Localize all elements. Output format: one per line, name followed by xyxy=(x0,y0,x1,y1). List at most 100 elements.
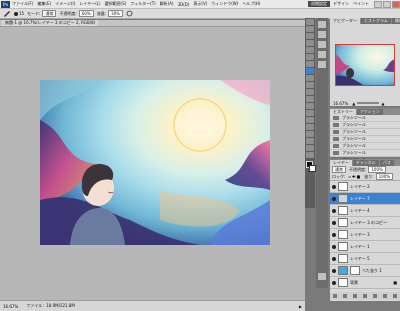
menu-select[interactable]: 選択範囲(S) xyxy=(105,1,127,7)
menu-layer[interactable]: レイヤー(L) xyxy=(79,1,100,7)
visibility-eye-icon[interactable] xyxy=(332,196,336,201)
history-item[interactable]: ブラシツール xyxy=(330,122,400,129)
status-arrow-icon[interactable]: ▶ xyxy=(299,304,302,309)
eraser-tool-icon[interactable] xyxy=(306,89,314,95)
layer-style-icon[interactable] xyxy=(343,294,347,298)
brush-tool-icon[interactable] xyxy=(3,10,11,17)
blend-mode-select[interactable]: 通常 xyxy=(332,166,346,173)
visibility-eye-icon[interactable] xyxy=(332,184,336,189)
close-button[interactable] xyxy=(392,0,400,8)
zoom-in-icon[interactable]: ▲ xyxy=(381,101,384,106)
layer-row[interactable]: 背景 ■ xyxy=(330,277,400,289)
workspace-essential-button[interactable]: 初期設定 xyxy=(308,1,330,7)
clone-source-panel-icon[interactable] xyxy=(318,61,326,68)
painting-artwork[interactable] xyxy=(40,80,270,245)
history-brush-tool-icon[interactable] xyxy=(306,82,314,88)
link-layers-icon[interactable] xyxy=(333,294,337,298)
tab-navigator[interactable]: ナビゲーター xyxy=(330,18,360,24)
brush-tool-icon[interactable] xyxy=(306,68,314,74)
move-tool-icon[interactable] xyxy=(306,19,314,25)
navigator-thumbnail[interactable] xyxy=(335,44,395,86)
background-color-swatch[interactable] xyxy=(309,165,316,172)
add-mask-icon[interactable] xyxy=(353,294,357,298)
menu-window[interactable]: ウィンドウ(W) xyxy=(211,1,238,7)
workspace-design-button[interactable]: デザイン xyxy=(333,1,349,7)
menu-image[interactable]: イメージ(I) xyxy=(55,1,75,7)
tool-presets-panel-icon[interactable] xyxy=(318,273,326,280)
layer-row[interactable]: レイヤー 2 xyxy=(330,181,400,193)
history-item[interactable]: ブラシツール xyxy=(330,143,400,150)
navigator-zoom-slider[interactable] xyxy=(357,102,380,104)
fill-field[interactable]: 100% xyxy=(375,173,394,180)
history-item[interactable]: ブラシツール xyxy=(330,129,400,136)
flow-field[interactable]: 30% xyxy=(108,10,123,17)
styles-panel-icon[interactable] xyxy=(318,41,326,48)
eyedropper-tool-icon[interactable] xyxy=(306,54,314,60)
opacity-field[interactable]: 60% xyxy=(78,10,94,17)
marquee-tool-icon[interactable] xyxy=(306,26,314,32)
layer-row[interactable]: べた塗り 1 xyxy=(330,265,400,277)
path-selection-tool-icon[interactable] xyxy=(306,131,314,137)
layer-opacity-field[interactable]: 100% xyxy=(368,166,386,173)
menu-help[interactable]: ヘルプ(H) xyxy=(242,1,260,7)
color-swatches[interactable] xyxy=(305,159,316,173)
lock-position-icon[interactable]: ✚ xyxy=(352,174,355,179)
visibility-eye-icon[interactable] xyxy=(332,256,336,261)
menu-filter[interactable]: フィルター(T) xyxy=(130,1,155,7)
layer-row[interactable]: レイヤー 3 のコピー xyxy=(330,217,400,229)
menu-view[interactable]: 表示(V) xyxy=(193,1,207,7)
zoom-level[interactable]: 16.67% xyxy=(3,304,18,309)
mode-select[interactable]: 通常 xyxy=(42,10,57,17)
visibility-eye-icon[interactable] xyxy=(332,220,336,225)
shape-tool-icon[interactable] xyxy=(306,138,314,144)
menu-edit[interactable]: 編集(E) xyxy=(37,1,51,7)
history-item[interactable]: ブラシツール xyxy=(330,136,400,143)
tab-info[interactable]: 情報 xyxy=(391,18,400,24)
visibility-eye-icon[interactable] xyxy=(332,280,336,285)
adjustment-layer-icon[interactable] xyxy=(363,294,367,298)
menu-file[interactable]: ファイル(F) xyxy=(12,1,33,7)
visibility-eye-icon[interactable] xyxy=(332,208,336,213)
swatches-panel-icon[interactable] xyxy=(318,21,326,28)
clone-stamp-tool-icon[interactable] xyxy=(306,75,314,81)
delete-layer-icon[interactable] xyxy=(393,294,397,298)
layer-row[interactable]: レイヤー 1 xyxy=(330,241,400,253)
visibility-eye-icon[interactable] xyxy=(332,232,336,237)
history-item[interactable]: ブラシツール xyxy=(330,115,400,122)
gradient-tool-icon[interactable] xyxy=(306,96,314,102)
navigator-zoom-value[interactable]: 16.67% xyxy=(333,101,348,106)
layer-row[interactable]: レイヤー 3 xyxy=(330,229,400,241)
menu-analysis[interactable]: 解析(A) xyxy=(160,1,174,7)
layer-row[interactable]: レイヤー 4 xyxy=(330,205,400,217)
hand-tool-icon[interactable] xyxy=(306,145,314,151)
brush-panel-icon[interactable] xyxy=(318,51,326,58)
history-item[interactable]: ブラシツール xyxy=(330,150,400,157)
zoom-out-icon[interactable]: ▲ xyxy=(352,101,355,106)
visibility-eye-icon[interactable] xyxy=(332,244,336,249)
dodge-tool-icon[interactable] xyxy=(306,110,314,116)
airbrush-toggle-icon[interactable] xyxy=(126,10,133,17)
new-layer-icon[interactable] xyxy=(383,294,387,298)
new-group-icon[interactable] xyxy=(373,294,377,298)
workspace-painting-button[interactable]: ペイント xyxy=(353,1,369,7)
brush-preset-picker[interactable]: 15 xyxy=(14,11,24,16)
minimize-button[interactable] xyxy=(374,0,382,8)
blur-tool-icon[interactable] xyxy=(306,103,314,109)
zoom-tool-icon[interactable] xyxy=(306,152,314,158)
lasso-tool-icon[interactable] xyxy=(306,33,314,39)
tab-histogram[interactable]: ヒストグラム xyxy=(361,18,391,24)
lock-all-icon[interactable]: ■ xyxy=(356,174,360,179)
pen-tool-icon[interactable] xyxy=(306,117,314,123)
type-tool-icon[interactable] xyxy=(306,124,314,130)
lock-pixels-icon[interactable]: ▫ xyxy=(348,174,351,179)
quick-select-tool-icon[interactable] xyxy=(306,40,314,46)
layer-row[interactable]: レイヤー 5 xyxy=(330,253,400,265)
crop-tool-icon[interactable] xyxy=(306,47,314,53)
menu-3d[interactable]: 3D(D) xyxy=(178,2,190,7)
document-tab[interactable]: 無題-1 @ 16.7%(レイヤー 3 のコピー 2, RGB/8) xyxy=(2,20,99,26)
adjustments-panel-icon[interactable] xyxy=(318,31,326,38)
visibility-eye-icon[interactable] xyxy=(332,268,336,273)
maximize-button[interactable] xyxy=(383,0,391,8)
layer-row-selected[interactable]: レイヤー 7 xyxy=(330,193,400,205)
healing-brush-tool-icon[interactable] xyxy=(306,61,314,67)
